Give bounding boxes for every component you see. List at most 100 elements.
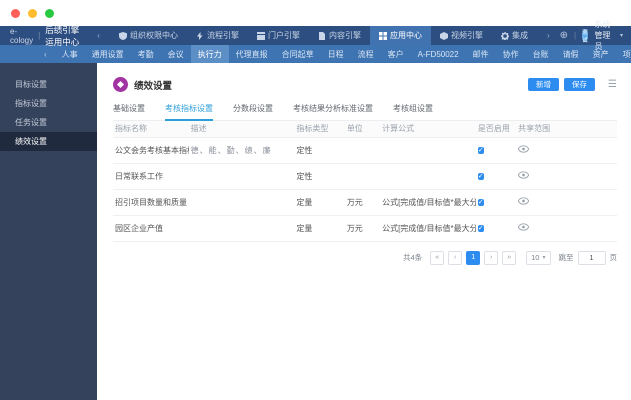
total-count-label: 共4条 bbox=[402, 253, 423, 262]
subnav-item-report[interactable]: 代理直报 bbox=[229, 45, 275, 63]
cell-indicator-name: 招引项目数量和质量 bbox=[113, 188, 189, 215]
eye-icon[interactable] bbox=[517, 223, 530, 233]
cell-enabled: ✓ bbox=[475, 188, 517, 215]
maximize-window-button[interactable] bbox=[45, 8, 54, 18]
topnav-item-label: 门户引擎 bbox=[267, 31, 300, 40]
last-page-button[interactable]: » bbox=[502, 250, 517, 265]
topnav-item-label: 组织权限中心 bbox=[129, 31, 178, 40]
subnav-item-execution[interactable]: 执行力 bbox=[190, 45, 229, 63]
eye-icon[interactable] bbox=[517, 197, 530, 207]
jump-page-input[interactable] bbox=[577, 250, 606, 265]
cell-enabled: ✓ bbox=[475, 162, 517, 189]
back-arrow-icon[interactable]: ‹ bbox=[36, 45, 55, 63]
subnav-item-mail[interactable]: 邮件 bbox=[466, 45, 496, 63]
subnav-item-workflow[interactable]: 流程 bbox=[351, 45, 381, 63]
subnav-item-leave[interactable]: 请假 bbox=[556, 45, 586, 63]
shield-icon bbox=[118, 31, 127, 40]
page-suffix-label: 页 bbox=[609, 253, 618, 262]
subnav-item-collaboration[interactable]: 协作 bbox=[496, 45, 526, 63]
user-avatar[interactable]: 测试 bbox=[582, 29, 589, 44]
table-row: 园区企业产值 定量 万元 公式[完成值/目标值*最大分制] ✓ bbox=[113, 214, 617, 242]
cell-unit bbox=[344, 136, 381, 163]
sidebar-item-goal-settings[interactable]: 目标设置 bbox=[0, 75, 97, 94]
col-header-unit: 单位 bbox=[344, 121, 381, 137]
enabled-checkbox[interactable]: ✓ bbox=[477, 225, 484, 232]
subnav-item-contract[interactable]: 合同起草 bbox=[275, 45, 321, 63]
subnav-item-meeting[interactable]: 会议 bbox=[161, 45, 191, 63]
globe-icon[interactable]: ⊕ bbox=[560, 30, 568, 41]
col-header-enabled: 是否启用 bbox=[475, 121, 517, 137]
cell-description bbox=[188, 188, 295, 215]
cell-indicator-type: 定量 bbox=[294, 214, 345, 242]
topnav-item-org-center[interactable]: 组织权限中心 bbox=[110, 26, 187, 45]
tab-assessment-group-settings[interactable]: 考核组设置 bbox=[393, 103, 433, 120]
topnav-overflow-arrow-icon[interactable]: › bbox=[537, 26, 560, 45]
portal-icon bbox=[256, 31, 265, 40]
tab-assessment-indicator-settings[interactable]: 考核指标设置 bbox=[165, 103, 213, 121]
sidebar-item-performance-settings[interactable]: 绩效设置 bbox=[0, 132, 97, 151]
page-number-button[interactable]: 1 bbox=[466, 250, 481, 265]
enabled-checkbox[interactable]: ✓ bbox=[477, 199, 484, 206]
save-button[interactable]: 保存 bbox=[564, 78, 596, 91]
subnav-item-hr[interactable]: 人事 bbox=[55, 45, 85, 63]
next-page-button[interactable]: › bbox=[484, 250, 499, 265]
bolt-icon bbox=[196, 31, 203, 40]
page-title: 绩效设置 bbox=[134, 80, 173, 92]
page-size-value: 10 bbox=[531, 253, 540, 262]
table-row: 招引项目数量和质量 定量 万元 公式[完成值/目标值*最大分制] ✓ bbox=[113, 188, 617, 215]
col-header-formula: 计算公式 bbox=[380, 121, 476, 137]
main-panel: 绩效设置 新增 保存 ☰ 基础设置 考核指标设置 分数段设置 考核结果分析标准设… bbox=[97, 63, 631, 400]
header-actions: 新增 保存 ☰ bbox=[528, 78, 617, 91]
subnav-item-customer[interactable]: 客户 bbox=[381, 45, 411, 63]
cell-share-scope bbox=[516, 214, 617, 242]
enabled-checkbox[interactable]: ✓ bbox=[477, 173, 484, 180]
tab-score-band-settings[interactable]: 分数段设置 bbox=[233, 103, 273, 120]
subnav-item-ledger[interactable]: 台账 bbox=[526, 45, 556, 63]
cell-formula bbox=[380, 136, 476, 163]
cell-enabled: ✓ bbox=[475, 136, 517, 163]
ecology-logo: e-cology bbox=[10, 26, 34, 45]
topnav-item-app-center[interactable]: 应用中心 bbox=[369, 26, 431, 45]
subnav-item-schedule[interactable]: 日程 bbox=[321, 45, 351, 63]
col-header-share-scope: 共享范围 bbox=[516, 121, 617, 137]
topnav-item-integration[interactable]: 集成 bbox=[492, 26, 537, 45]
topnav-item-content-engine[interactable]: 内容引擎 bbox=[309, 26, 370, 45]
sidebar: 目标设置 指标设置 任务设置 绩效设置 bbox=[0, 63, 97, 400]
topnav-item-portal-engine[interactable]: 门户引擎 bbox=[248, 26, 309, 45]
topnav-item-label: 视频引擎 bbox=[450, 31, 483, 40]
subnav-item-attendance[interactable]: 考勤 bbox=[131, 45, 161, 63]
sidebar-item-task-settings[interactable]: 任务设置 bbox=[0, 113, 97, 132]
cell-formula bbox=[380, 162, 476, 189]
prev-page-button[interactable]: ‹ bbox=[448, 250, 463, 265]
subnav-item-project[interactable]: 项目 bbox=[616, 45, 631, 63]
chevron-down-icon[interactable]: ▾ bbox=[620, 32, 623, 39]
first-page-button[interactable]: « bbox=[430, 250, 445, 265]
page-size-select[interactable]: 10 ▾ bbox=[526, 250, 551, 265]
enabled-checkbox[interactable]: ✓ bbox=[477, 147, 484, 154]
subnav-item-afd[interactable]: A-FD50022 bbox=[411, 45, 466, 63]
cell-unit: 万元 bbox=[344, 188, 381, 215]
subnav-item-asset[interactable]: 资产 bbox=[586, 45, 616, 63]
close-window-button[interactable] bbox=[11, 8, 20, 18]
gear-icon bbox=[500, 31, 509, 40]
collapse-arrow-icon[interactable]: ‹ bbox=[87, 26, 110, 45]
minimize-window-button[interactable] bbox=[28, 8, 37, 18]
topnav-item-label: 内容引擎 bbox=[328, 31, 361, 40]
topnav-item-video-engine[interactable]: 视频引擎 bbox=[431, 26, 492, 45]
cell-indicator-type: 定性 bbox=[294, 136, 345, 163]
document-icon bbox=[318, 31, 325, 40]
tab-basic-settings[interactable]: 基础设置 bbox=[113, 103, 145, 120]
cell-description bbox=[188, 214, 295, 242]
subnav-item-general-settings[interactable]: 通用设置 bbox=[85, 45, 131, 63]
sidebar-item-indicator-settings[interactable]: 指标设置 bbox=[0, 94, 97, 113]
jump-to-label: 跳至 bbox=[558, 253, 574, 262]
hamburger-menu-icon[interactable]: ☰ bbox=[608, 79, 617, 90]
topnav-divider: | bbox=[574, 31, 577, 40]
eye-icon[interactable] bbox=[517, 145, 530, 155]
brand: e-cology | 后绩引擎运用中心 bbox=[10, 25, 87, 47]
topnav-item-workflow-engine[interactable]: 流程引擎 bbox=[187, 26, 248, 45]
add-button[interactable]: 新增 bbox=[528, 78, 560, 91]
eye-icon[interactable] bbox=[517, 171, 530, 181]
indicator-table: 指标名称 描述 指标类型 单位 计算公式 是否启用 共享范围 公文会务考核基本指… bbox=[113, 121, 617, 242]
tab-result-analysis-settings[interactable]: 考核结果分析标准设置 bbox=[293, 103, 373, 120]
